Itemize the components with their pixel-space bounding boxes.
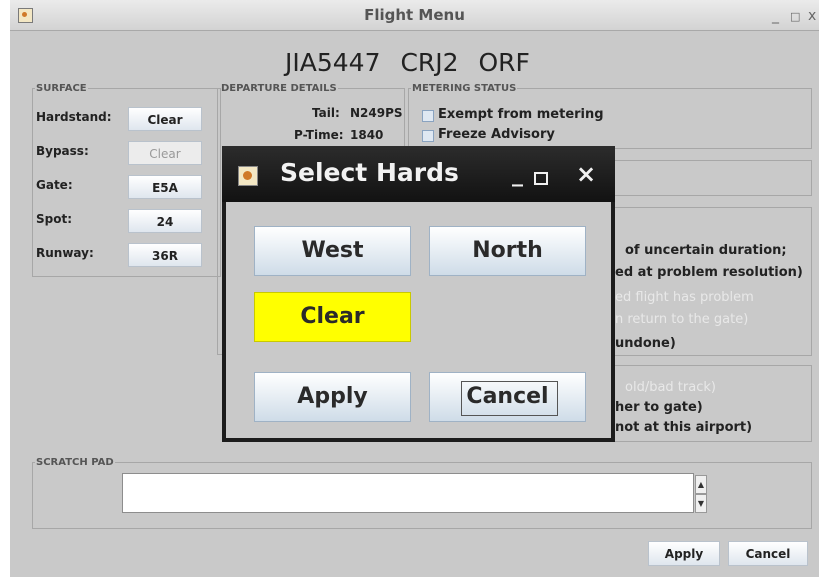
minimize-icon[interactable]: _ [512,162,523,187]
freeze-checkbox[interactable] [422,130,434,142]
freeze-label: Freeze Advisory [438,127,555,142]
ptime-label: P-Time: [294,128,344,142]
scratch-pad-input[interactable] [122,473,694,513]
partial-text-8: not at this airport) [615,420,753,435]
surface-legend: SURFACE [36,83,87,94]
flight-header: JIA5447 CRJ2 ORF [285,48,530,77]
partial-text-7: her to gate) [615,400,703,415]
scratch-legend: SCRATCH PAD [36,457,114,468]
maximize-icon[interactable]: □ [790,10,800,23]
window-title: Flight Menu [364,6,465,24]
tail-value: N249PS [350,106,403,120]
metering-legend: METERING STATUS [412,83,517,94]
partial-text-6: old/bad track) [625,380,716,395]
partial-text-3: ed flight has problem [615,290,754,305]
java-app-icon [238,166,258,186]
hidden-group-1 [610,160,812,196]
departure-legend: DEPARTURE DETAILS [221,83,337,94]
clear-button[interactable]: Clear [254,292,411,342]
close-icon[interactable]: × [576,160,596,188]
dialog-cancel-button[interactable]: Cancel [429,372,586,422]
bypass-button[interactable]: Clear [128,141,202,165]
dialog-body: West North Clear Apply Cancel [226,202,611,438]
spot-label: Spot: [36,212,73,226]
scroll-up-icon[interactable]: ▲ [695,475,707,494]
apply-button[interactable]: Apply [648,541,720,566]
destination: ORF [478,48,530,77]
aircraft-type: CRJ2 [400,48,459,77]
hardstand-label: Hardstand: [36,110,112,124]
close-icon[interactable]: x [808,8,816,24]
spot-button[interactable]: 24 [128,209,202,233]
dialog-title: Select Hards [280,158,459,187]
partial-text-2: ed at problem resolution) [615,265,803,280]
north-button[interactable]: North [429,226,586,276]
callsign: JIA5447 [285,48,381,77]
gate-button[interactable]: E5A [128,175,202,199]
select-hards-dialog: Select Hards _ × West North Clear Apply … [222,146,615,442]
runway-label: Runway: [36,246,94,260]
maximize-icon[interactable] [534,172,548,185]
west-button[interactable]: West [254,226,411,276]
partial-text-5: undone) [615,336,676,351]
minimize-icon[interactable]: _ [772,8,779,24]
dialog-apply-button[interactable]: Apply [254,372,411,422]
scroll-down-icon[interactable]: ▼ [695,494,707,513]
exempt-label: Exempt from metering [438,107,604,122]
exempt-checkbox[interactable] [422,110,434,122]
gate-label: Gate: [36,178,73,192]
focus-ring [461,381,558,416]
partial-text-1: of uncertain duration; [625,243,787,258]
hidden-group-2 [610,207,812,356]
partial-text-4: n return to the gate) [615,312,749,327]
tail-label: Tail: [312,106,340,120]
bypass-label: Bypass: [36,144,89,158]
window-titlebar[interactable]: Flight Menu _ □ x [10,0,819,31]
ptime-value: 1840 [350,128,384,142]
dialog-titlebar[interactable]: Select Hards _ × [222,146,615,202]
cancel-button[interactable]: Cancel [728,541,808,566]
runway-button[interactable]: 36R [128,243,202,267]
hardstand-button[interactable]: Clear [128,107,202,131]
